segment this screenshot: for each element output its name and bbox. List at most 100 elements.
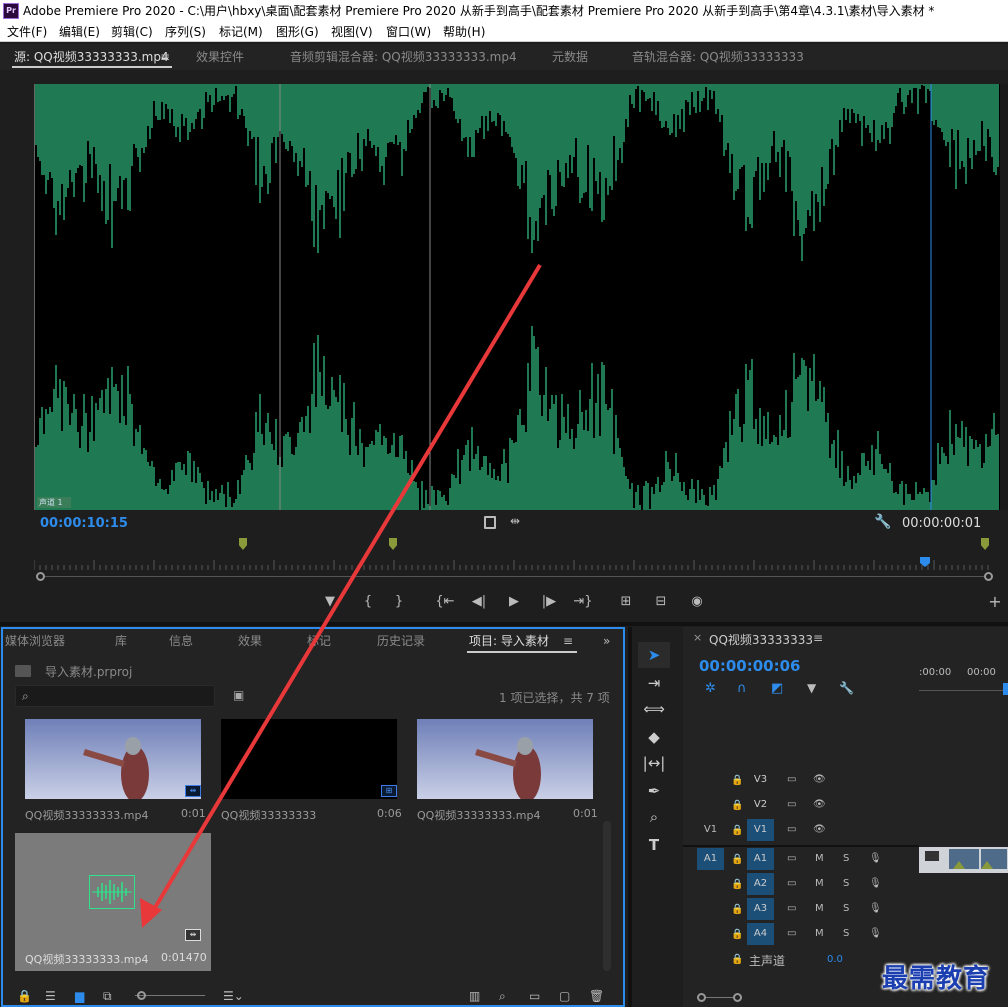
track-label[interactable]: A2 [747,873,774,895]
track-label[interactable]: V1 [747,819,774,841]
selection-tool-icon[interactable]: ➤ [638,642,670,668]
sync-icon[interactable]: ▭ [787,903,796,914]
tab-info[interactable]: 信息 [169,629,193,653]
lock-icon[interactable]: 🔒 [731,825,743,836]
mute-button[interactable]: M [815,903,824,914]
track-label[interactable]: A3 [747,898,774,920]
zoom-handle-left[interactable] [36,572,45,581]
sync-icon[interactable]: ▭ [787,774,796,785]
add-marker-icon[interactable]: ▼ [319,591,341,613]
timeline-ruler[interactable] [919,683,1008,691]
play-icon[interactable]: ▶ [503,591,525,613]
source-patch-v1[interactable]: V1 [697,819,724,841]
new-bin-icon[interactable]: ▣ [233,688,244,702]
razor-tool-icon[interactable]: ◆ [638,724,670,750]
microphone-icon[interactable]: 🎙 [869,853,882,864]
lock-icon[interactable]: 🔒 [731,904,743,915]
new-item-icon[interactable]: ▢ [559,989,570,1003]
timeline-playhead[interactable] [1003,683,1008,695]
tab-audio-track-mixer[interactable]: 音轨混合器: QQ视频33333333 [632,44,804,70]
zoom-handle-right[interactable] [984,572,993,581]
zoom-slider-handle[interactable] [137,991,146,1000]
zoom-handle-left[interactable] [697,993,706,1002]
find-icon[interactable]: ⌕ [499,989,506,1004]
zoom-tool-icon[interactable]: ⌕ [638,804,670,830]
trash-icon[interactable]: 🗑 [589,989,604,1003]
go-to-out-icon[interactable]: ⇥} [572,591,594,613]
menu-marker[interactable]: 标记(M) [219,22,263,42]
clip-item[interactable]: ⊞ QQ视频33333333 0:06 [221,719,413,829]
type-tool-icon[interactable]: T [638,832,670,858]
step-forward-icon[interactable]: |▶ [538,591,560,613]
sync-icon[interactable]: ▭ [787,853,796,864]
waveform-scrollbar[interactable] [1000,84,1008,510]
tab-menu-icon[interactable]: ≡ [563,629,573,653]
sync-icon[interactable]: ▭ [787,824,796,835]
track-label[interactable]: V2 [747,794,774,816]
step-back-icon[interactable]: ◀| [468,591,490,613]
ripple-edit-tool-icon[interactable]: ⟺ [638,696,670,722]
microphone-icon[interactable]: 🎙 [869,903,882,914]
mute-button[interactable]: M [815,853,824,864]
lock-icon[interactable]: 🔒 [731,954,743,965]
zoom-handle-right[interactable] [733,993,742,1002]
menu-edit[interactable]: 编辑(E) [59,22,100,42]
search-input[interactable]: ⌕ [15,685,215,707]
go-to-in-icon[interactable]: {⇤ [434,591,456,613]
marker-icon[interactable] [239,538,247,550]
lock-icon[interactable]: 🔒 [731,800,743,811]
eye-icon[interactable]: 👁 [813,774,826,785]
microphone-icon[interactable]: 🎙 [869,878,882,889]
solo-button[interactable]: S [843,928,849,939]
menu-view[interactable]: 视图(V) [331,22,373,42]
nest-icon[interactable]: ✲ [705,681,716,696]
menu-clip[interactable]: 剪辑(C) [111,22,153,42]
menu-window[interactable]: 窗口(W) [386,22,431,42]
tab-effects[interactable]: 效果 [238,629,262,653]
clip-item-selected[interactable]: ⇹ QQ视频33333333.mp4 0:01470 [15,833,211,971]
tab-markers[interactable]: 标记 [307,629,331,653]
freeform-view-icon[interactable]: ⧉ [103,989,112,1004]
tab-audio-clip-mixer[interactable]: 音频剪辑混合器: QQ视频33333333.mp4 [290,44,517,70]
source-time-ruler[interactable] [33,556,990,574]
solo-button[interactable]: S [843,903,849,914]
close-icon[interactable]: × [693,631,702,644]
solo-button[interactable]: S [843,853,849,864]
track-label[interactable]: A1 [747,848,774,870]
tab-libraries[interactable]: 库 [115,629,127,653]
overwrite-icon[interactable]: ⊟ [650,591,672,613]
mute-button[interactable]: M [815,928,824,939]
add-button-icon[interactable]: + [984,591,1006,613]
tab-media-browser[interactable]: 媒体浏览器 [5,629,65,653]
menu-graphics[interactable]: 图形(G) [276,22,319,42]
eye-icon[interactable]: 👁 [813,799,826,810]
clip-item[interactable]: ⇹ QQ视频33333333.mp4 0:01 [25,719,217,829]
menu-help[interactable]: 帮助(H) [443,22,485,42]
sync-icon[interactable]: ▭ [787,799,796,810]
eye-icon[interactable]: 👁 [813,824,826,835]
audio-waveform-toggle-icon[interactable]: ⇹ [510,514,520,528]
lock-icon[interactable]: 🔒 [731,854,743,865]
master-volume-value[interactable]: 0.0 [827,954,843,965]
automate-icon[interactable]: ▥ [469,989,480,1003]
project-scrollbar[interactable] [603,821,611,971]
zoom-track[interactable] [706,997,733,998]
timeline-current-time[interactable]: 00:00:00:06 [699,657,801,675]
tab-project[interactable]: 项目: 导入素材 [469,629,549,653]
mark-in-icon[interactable]: { [357,591,379,613]
zoom-track[interactable] [45,576,984,577]
tab-effect-controls[interactable]: 效果控件 [196,44,244,70]
snap-icon[interactable]: ∩ [737,681,747,696]
sync-icon[interactable]: ▭ [787,928,796,939]
audio-waveform-display[interactable] [34,84,1000,510]
insert-icon[interactable]: ⊞ [615,591,637,613]
mute-button[interactable]: M [815,878,824,889]
pen-tool-icon[interactable]: ✒ [638,778,670,804]
tab-history[interactable]: 历史记录 [377,629,425,653]
marker-icon[interactable] [389,538,397,550]
timeline-clip[interactable] [919,847,1008,873]
source-patch-a1[interactable]: A1 [697,848,724,870]
film-strip-icon[interactable] [484,516,496,529]
lock-icon[interactable]: 🔒 [731,775,743,786]
solo-button[interactable]: S [843,878,849,889]
